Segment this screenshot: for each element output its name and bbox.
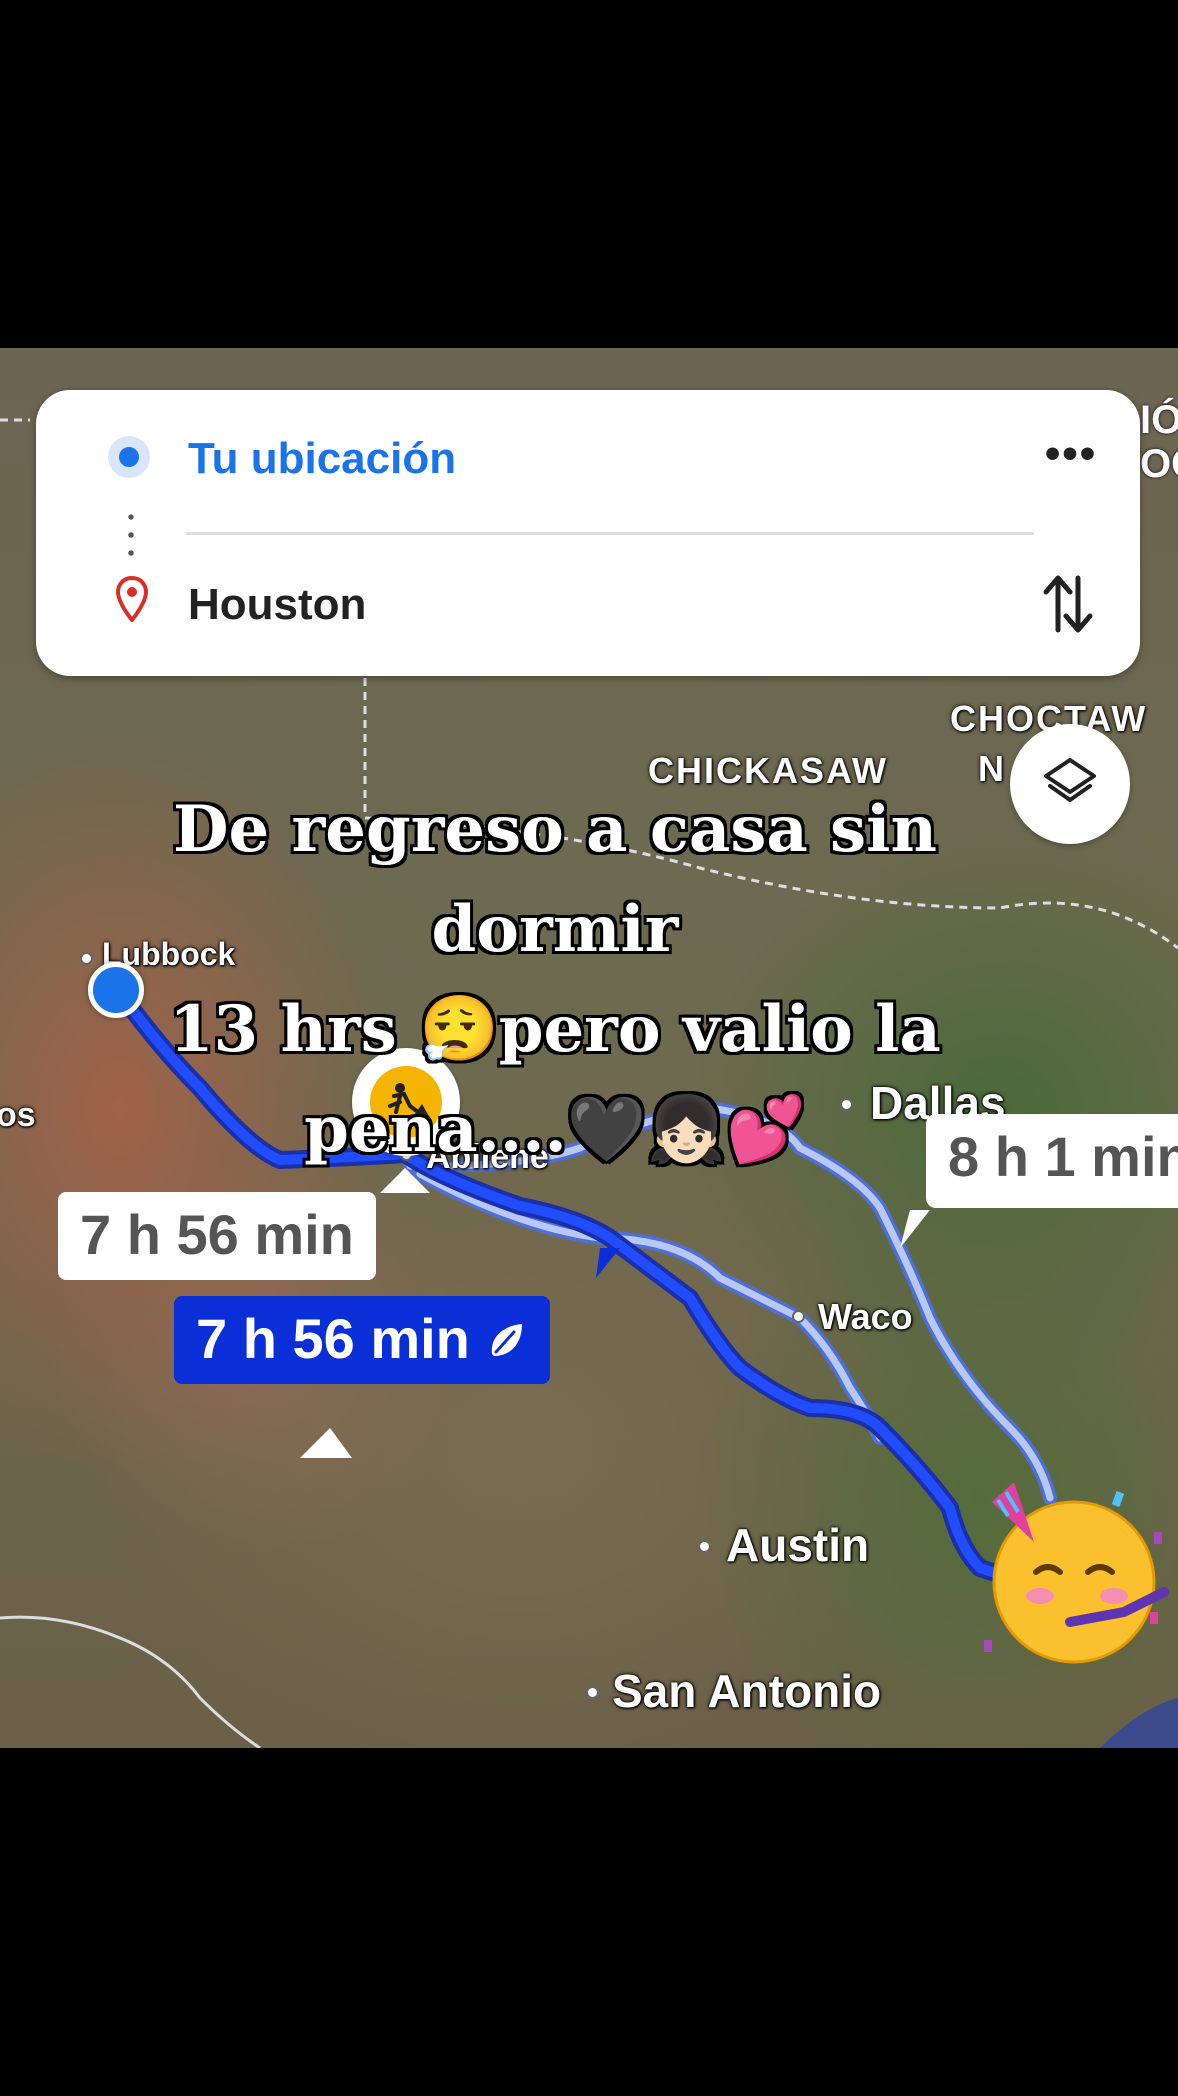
city-dot-austin — [698, 1540, 711, 1553]
swap-icon[interactable] — [1040, 572, 1096, 636]
map-edge-fragment: os — [0, 1096, 36, 1134]
route-duration-main-label: 7 h 56 min — [196, 1307, 470, 1370]
route-duration-main[interactable]: 7 h 56 min — [174, 1296, 550, 1384]
destination-field[interactable]: Houston — [188, 580, 366, 630]
map-edge-label: IÓ OC — [1140, 398, 1178, 486]
screen: Lubbock Abilene Dallas Waco Austin San A… — [0, 0, 1178, 2096]
caption-line-3: pena....🖤👧🏻💕 — [304, 1092, 806, 1167]
route-search-card: Tu ubicación ••• Houston — [36, 390, 1140, 676]
edge-label-text: IÓ OC — [1140, 398, 1178, 486]
city-dot-waco — [792, 1310, 805, 1323]
caption-overlay: De regreso a casa sin dormir 13 hrs 😮‍💨p… — [40, 780, 1070, 1180]
city-label-san-antonio: San Antonio — [612, 1665, 882, 1717]
caption-line-2: 13 hrs 😮‍💨pero valio la — [169, 992, 941, 1067]
leaf-icon — [484, 1300, 528, 1386]
origin-field[interactable]: Tu ubicación — [188, 434, 456, 484]
caption-line-1: De regreso a casa sin dormir — [173, 792, 937, 967]
location-pin-icon — [116, 576, 148, 622]
origin-dot-icon — [108, 436, 150, 478]
route-duration-alt-1[interactable]: 7 h 56 min — [58, 1192, 376, 1280]
city-dot-san-antonio — [586, 1686, 599, 1699]
more-options-button[interactable]: ••• — [1036, 432, 1106, 476]
city-label-waco: Waco — [818, 1296, 913, 1337]
partying-face-emoji — [984, 1482, 1169, 1664]
divider — [186, 532, 1034, 535]
city-label-austin: Austin — [726, 1519, 870, 1571]
route-dots-icon — [128, 508, 134, 568]
